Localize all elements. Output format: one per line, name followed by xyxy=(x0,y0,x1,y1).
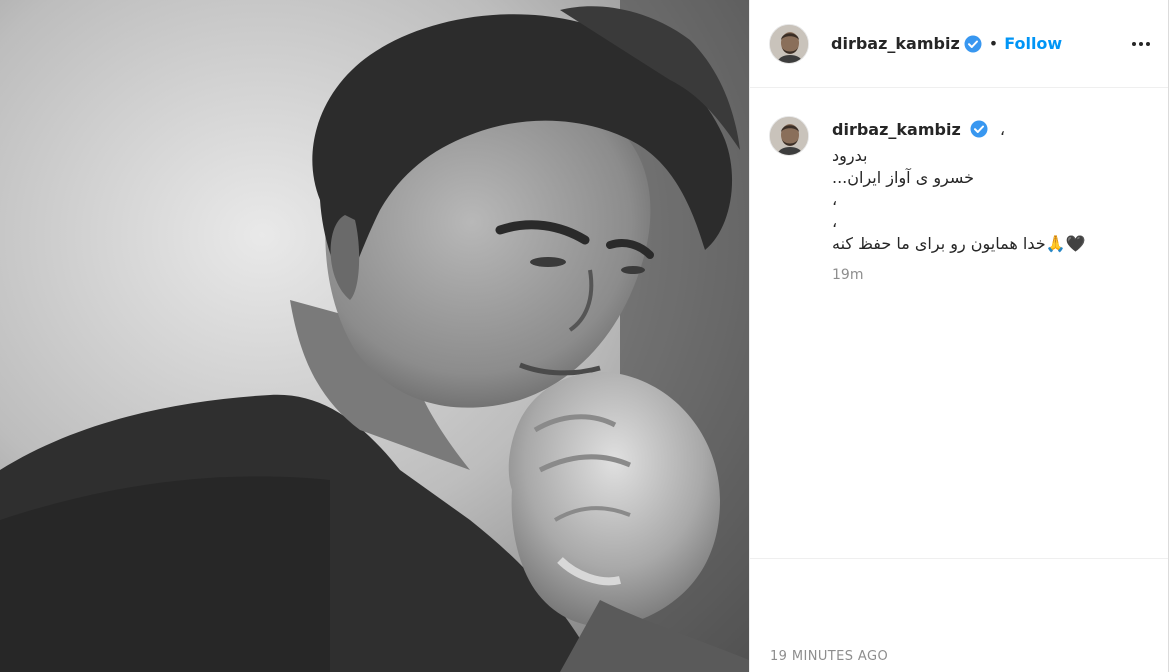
verified-badge-icon xyxy=(970,120,988,138)
post-header: dirbaz_kambiz • Follow xyxy=(750,0,1168,88)
avatar-image xyxy=(770,117,808,155)
avatar[interactable] xyxy=(769,23,809,64)
post-sidebar: dirbaz_kambiz • Follow dirbaz_kambiz ، ب… xyxy=(749,0,1169,672)
verified-badge-icon xyxy=(964,35,982,52)
post-timestamp[interactable]: 19 MINUTES AGO xyxy=(770,649,888,664)
follow-button[interactable]: Follow xyxy=(1004,34,1062,53)
more-dot xyxy=(1139,41,1143,46)
caption-name-suffix: ، xyxy=(999,120,1006,139)
caption-body: dirbaz_kambiz ، بدرود ...خسرو ی آواز ایر… xyxy=(832,120,1132,283)
header-separator: • xyxy=(988,34,999,53)
divider xyxy=(750,558,1168,559)
caption-author-line: dirbaz_kambiz ، xyxy=(832,120,1132,139)
more-dot xyxy=(1132,41,1136,46)
caption-username[interactable]: dirbaz_kambiz xyxy=(832,120,961,139)
portrait-image xyxy=(0,0,749,672)
caption-time[interactable]: 19m xyxy=(832,267,1132,283)
caption-text: بدرود ...خسرو ی آواز ایران ، ، خدا همایو… xyxy=(832,146,1086,253)
avatar[interactable] xyxy=(769,116,809,156)
avatar-image xyxy=(770,24,808,63)
more-dot xyxy=(1146,41,1150,46)
header-username[interactable]: dirbaz_kambiz xyxy=(831,34,960,53)
post-photo[interactable] xyxy=(0,0,749,672)
more-options-icon[interactable] xyxy=(1132,36,1150,52)
